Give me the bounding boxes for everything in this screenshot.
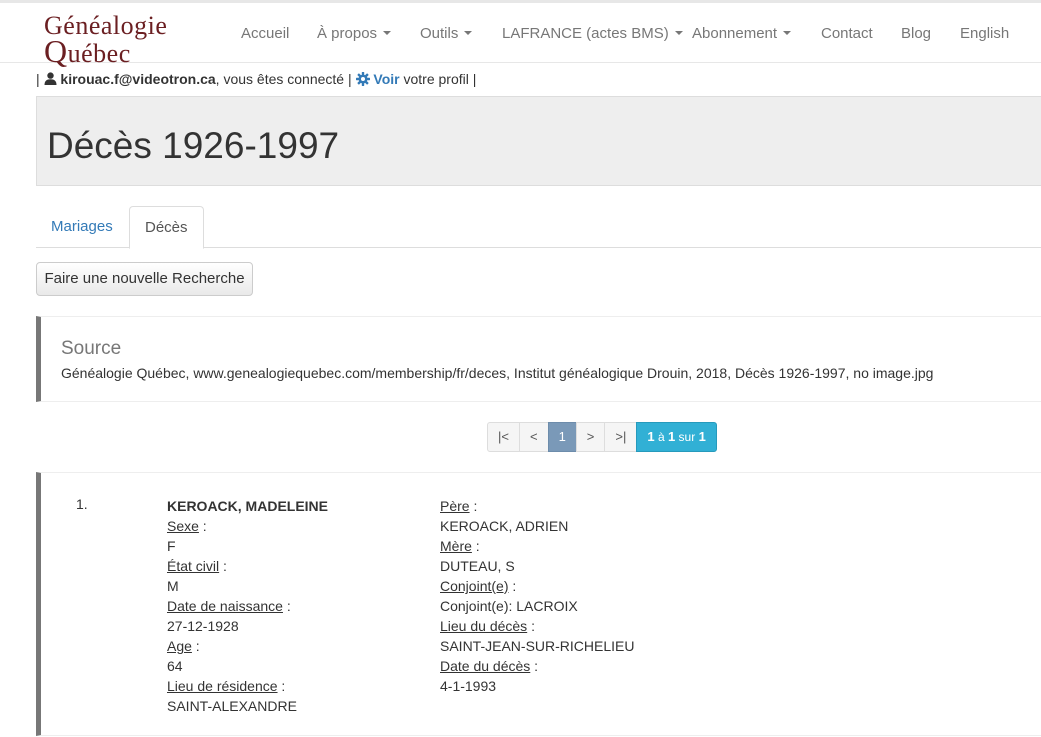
date-deces-value: 4-1-1993: [440, 678, 497, 694]
residence-label: Lieu de résidence: [167, 678, 278, 694]
user-status-line: | kirouac.f@videotron.ca, vous êtes conn…: [36, 71, 476, 87]
lieu-deces-label: Lieu du décès: [440, 618, 528, 634]
info-to: 1: [667, 429, 676, 444]
colon: :: [527, 618, 535, 634]
site-logo[interactable]: Généalogie Québec: [44, 11, 209, 69]
source-panel: Source Généalogie Québec, www.genealogie…: [36, 316, 1041, 402]
page-title: Décès 1926-1997: [47, 125, 340, 166]
profile-text: votre profil |: [403, 71, 477, 87]
age-value: 64: [167, 658, 183, 674]
naissance-label: Date de naissance: [167, 598, 283, 614]
nav-abonnement-label: Abonnement: [692, 24, 778, 42]
naissance-row: Date de naissance :: [167, 596, 328, 616]
colon: :: [282, 598, 291, 614]
sexe-value: F: [167, 538, 176, 554]
age-label: Age: [167, 638, 192, 654]
colon: :: [277, 678, 286, 694]
caret-down-icon: [674, 31, 683, 35]
nav-outils-label: Outils: [420, 24, 459, 42]
pager-prev-button[interactable]: <: [518, 422, 549, 452]
logo-big-letter: Q: [44, 33, 68, 69]
record-column-left: KEROACK, MADELEINE Sexe : F État civil :…: [167, 496, 328, 716]
nav-contact[interactable]: Contact: [821, 3, 873, 63]
date-deces-label: Date du décès: [440, 658, 531, 674]
pager-last-button[interactable]: >|: [604, 422, 638, 452]
conjoint-row: Conjoint(e) :: [440, 576, 634, 596]
nav-apropos-label: À propos: [317, 24, 378, 42]
etat-value: M: [167, 578, 179, 594]
pager-results-info: 1 à 1 sur 1: [636, 422, 717, 452]
colon: :: [530, 658, 539, 674]
tab-deces[interactable]: Décès: [129, 206, 204, 249]
lieu-deces-row: Lieu du décès :: [440, 616, 634, 636]
logo-line-2-rest: uébec: [67, 39, 131, 68]
user-email: kirouac.f@videotron.ca: [60, 71, 216, 87]
mere-label: Mère: [440, 538, 472, 554]
naissance-value: 27-12-1928: [167, 618, 239, 634]
nav-apropos[interactable]: À propos: [317, 3, 392, 63]
conjoint-label: Conjoint(e): [440, 578, 509, 594]
tab-mariages[interactable]: Mariages: [36, 206, 128, 248]
nav-accueil[interactable]: Accueil: [241, 3, 289, 63]
date-deces-row: Date du décès :: [440, 656, 634, 676]
colon: :: [219, 558, 227, 574]
info-sur: sur: [678, 430, 696, 444]
tab-bar: Mariages Décès: [36, 206, 1041, 249]
record-panel: 1. KEROACK, MADELEINE Sexe : F État civi…: [36, 472, 1041, 736]
etat-row: État civil :: [167, 556, 328, 576]
source-title: Source: [61, 338, 122, 359]
colon: :: [508, 578, 517, 594]
pere-value: KEROACK, ADRIEN: [440, 518, 569, 534]
voir-profile-link[interactable]: Voir: [373, 71, 399, 87]
info-a: à: [657, 430, 665, 444]
caret-down-icon: [464, 31, 473, 35]
colon: :: [469, 498, 478, 514]
nav-abonnement[interactable]: Abonnement: [692, 3, 792, 63]
pere-label: Père: [440, 498, 470, 514]
sexe-label: Sexe: [167, 518, 199, 534]
pere-row: Père :: [440, 496, 634, 516]
new-search-button[interactable]: Faire une nouvelle Recherche: [36, 262, 253, 296]
pager-current-page[interactable]: 1: [547, 422, 577, 452]
caret-down-icon: [383, 31, 392, 35]
source-text: Généalogie Québec, www.genealogiequebec.…: [61, 365, 934, 381]
age-row: Age :: [167, 636, 328, 656]
gear-icon: [355, 72, 370, 86]
deceased-name: KEROACK, MADELEINE: [167, 498, 329, 514]
user-icon: [44, 72, 57, 85]
conjoint-value: Conjoint(e): LACROIX: [440, 598, 578, 614]
logo-line-2: Québec: [44, 33, 131, 70]
navbar: Généalogie Québec Accueil À propos Outil…: [0, 3, 1041, 69]
lieu-deces-value: SAINT-JEAN-SUR-RICHELIEU: [440, 638, 635, 654]
nav-english[interactable]: English: [960, 3, 1009, 63]
colon: :: [191, 638, 200, 654]
info-total: 1: [698, 429, 706, 444]
nav-blog[interactable]: Blog: [901, 3, 931, 63]
pipe-left: |: [36, 71, 40, 87]
info-from: 1: [647, 429, 655, 444]
pager-next-button[interactable]: >: [575, 422, 606, 452]
residence-row: Lieu de résidence :: [167, 676, 328, 696]
sexe-row: Sexe :: [167, 516, 328, 536]
etat-label: État civil: [167, 558, 220, 574]
record-number: 1.: [76, 496, 88, 512]
mere-value: DUTEAU, S: [440, 558, 515, 574]
pagination: |< < 1 > >| 1 à 1 sur 1: [487, 422, 717, 452]
record-column-right: Père : KEROACK, ADRIEN Mère : DUTEAU, S …: [440, 496, 634, 696]
pager-first-button[interactable]: |<: [487, 422, 520, 452]
colon: :: [471, 538, 480, 554]
nav-outils[interactable]: Outils: [420, 3, 473, 63]
colon: :: [198, 518, 207, 534]
mere-row: Mère :: [440, 536, 634, 556]
caret-down-icon: [783, 31, 792, 35]
connected-text: , vous êtes connecté |: [215, 71, 352, 87]
residence-value: SAINT-ALEXANDRE: [167, 698, 297, 714]
nav-lafrance[interactable]: LAFRANCE (actes BMS): [502, 3, 683, 63]
nav-lafrance-label: LAFRANCE (actes BMS): [502, 24, 669, 42]
page-header: Décès 1926-1997: [36, 96, 1041, 186]
